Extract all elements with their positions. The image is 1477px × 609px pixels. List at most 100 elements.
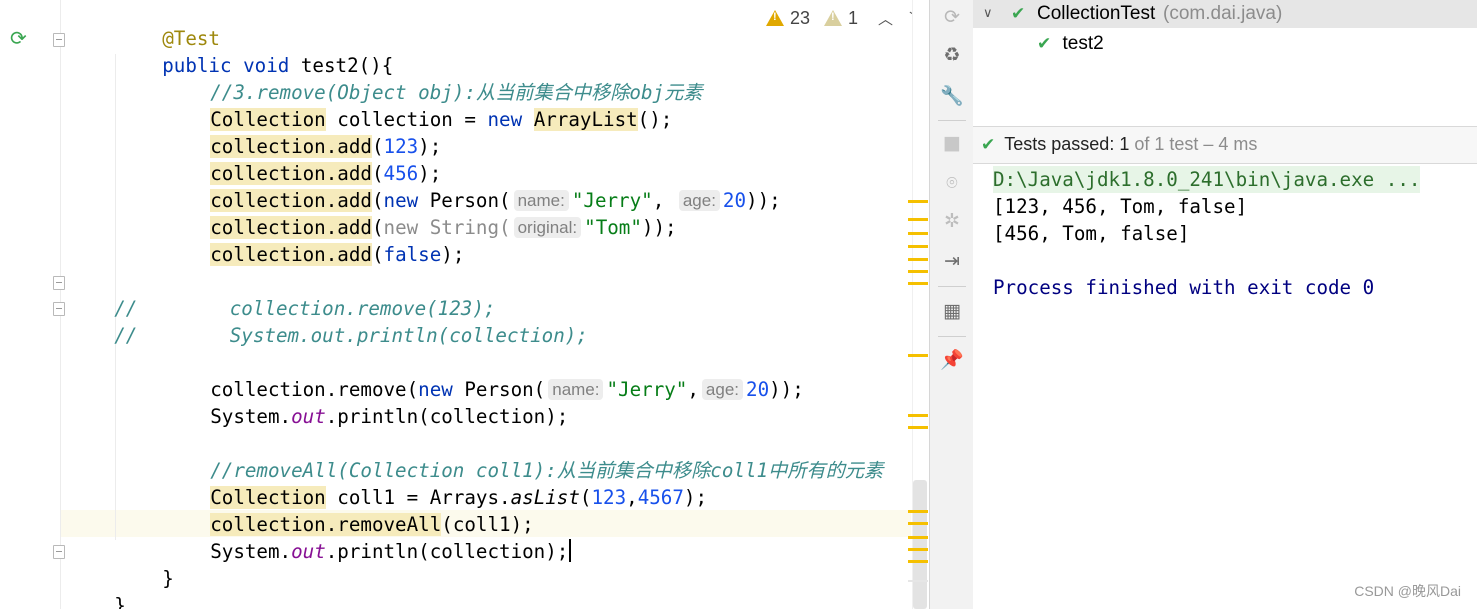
watermark: CSDN @晚风Dai [1354,583,1461,599]
code-line-5[interactable]: collection.add(123); [164,106,441,158]
snapshot-camera-icon[interactable]: ⌾ [939,170,965,196]
code-line-20[interactable]: System.out.println(collection); [164,511,572,563]
code-line-2[interactable]: public void test2(){ [116,25,393,77]
warning-stripe-mark[interactable] [908,232,928,235]
layout-icon[interactable]: ▦ [939,298,965,324]
console-output-line: [123, 456, Tom, false] [993,195,1248,218]
test-status-bar: ✔ Tests passed: 1 of 1 test – 4 ms [973,126,1477,164]
code-line-22[interactable]: } [68,565,126,609]
code-text: ( [371,243,384,266]
code-text: , [626,486,638,509]
warning-stripe-mark[interactable] [908,245,928,248]
console-output[interactable]: D:\Java\jdk1.8.0_241\bin\java.exe ... [1… [973,164,1477,609]
pin-icon[interactable]: 📌 [939,346,965,372]
code-text: ); [683,486,708,509]
weak-warning-count: 1 [848,7,859,28]
fold-marker[interactable] [53,33,65,47]
exit-icon[interactable]: ⇥ [939,248,965,274]
code-line-18[interactable]: Collection coll1 = Arrays.asList(123,456… [164,457,707,509]
warning-icon [766,10,784,26]
static-field: out [291,405,326,428]
code-text: )); [769,378,804,401]
string-literal: "Jerry" [606,378,688,401]
warning-stripe-mark[interactable] [908,282,928,285]
console-exit-message: Process finished with exit code 0 [993,276,1375,299]
code-line-12[interactable]: // System.out.println(collection); [68,295,588,347]
toolbar-separator [938,286,966,287]
code-line-11[interactable]: // collection.remove(123); [68,268,495,320]
status-label: Tests passed: [1004,134,1115,154]
warning-stripe-mark[interactable] [908,258,928,261]
warning-count: 23 [790,7,811,28]
comment-text: System.out.println(collection); [137,324,588,347]
number-literal: 20 [746,378,770,401]
settings-wrench-icon[interactable]: 🔧 [939,82,965,108]
comment-prefix: // [114,324,138,347]
static-field: out [291,540,326,563]
parameter-hint: original: [513,217,582,238]
code-line-1[interactable]: @Test [116,0,220,50]
code-line-19[interactable]: collection.removeAll(coll1); [164,484,534,536]
keyword: false [383,243,442,266]
fold-marker[interactable] [53,302,65,316]
warning-stripe-mark[interactable] [908,414,928,417]
code-line-9[interactable]: collection.add(false); [164,214,464,266]
run-test-gutter-icon[interactable]: ⟳ [10,26,27,50]
code-line-15[interactable]: System.out.println(collection); [164,376,568,428]
code-editor[interactable]: ⟳ @Test public void test2(){ //3.remove(… [0,0,928,609]
warning-stripe-mark[interactable] [908,426,928,429]
warning-stripe-mark[interactable] [908,354,928,357]
code-text: )); [641,216,677,239]
test-method-name: test2 [1062,33,1104,54]
fold-marker[interactable] [53,276,65,290]
chevron-down-icon[interactable]: ∨ [983,0,993,28]
keyword: new [487,108,523,131]
chevron-up-icon[interactable]: ︿ [878,8,893,29]
stop-icon[interactable]: ■ [939,130,965,156]
number-literal: 123 [591,486,627,509]
test-passed-icon: ✔ [981,135,996,155]
code-line-17[interactable]: //removeAll(Collection coll1):从当前集合中移除co… [164,430,883,482]
code-line-3[interactable]: //3.remove(Object obj):从当前集合中移除obj元素 [164,52,702,104]
number-literal: 20 [722,189,747,212]
status-detail: of 1 test – 4 ms [1134,134,1258,154]
warning-stripe-mark[interactable] [908,218,928,221]
fold-marker[interactable] [53,545,65,559]
warning-stripe-mark[interactable] [908,270,928,273]
tree-row-collectiontest[interactable]: ∨ ✔ CollectionTest (com.dai.java) [973,0,1477,28]
debug-icon[interactable]: ✲ [939,208,965,234]
toolbar-separator [938,336,966,337]
tree-row-test2[interactable]: ✔ test2 [1037,30,1104,58]
warning-stripe-mark[interactable] [908,560,928,563]
warning-stripe-mark[interactable] [908,510,928,513]
warning-stripe-mark[interactable] [908,548,928,551]
code-line-21[interactable]: } [116,538,174,590]
run-toolbar: ⟳ ♻ 🔧 ■ ⌾ ✲ ⇥ ▦ 📌 [929,0,974,609]
passed-count: 1 [1119,134,1130,154]
closing-brace: } [162,567,174,590]
console-output-line: [456, Tom, false] [993,222,1190,245]
code-line-6[interactable]: collection.add(456); [164,133,441,185]
code-line-7[interactable]: collection.add(new Person(name: "Jerry", … [164,160,781,212]
code-line-4[interactable]: Collection collection = new ArrayList(); [164,79,672,131]
code-text: )); [746,189,781,212]
toggle-auto-test-icon[interactable]: ♻ [939,42,965,68]
warning-stripe-mark[interactable] [908,522,928,525]
warning-stripe-mark[interactable] [908,200,928,203]
scrollbar-thumb[interactable] [913,480,927,609]
code-text: .println(collection); [325,540,569,563]
parameter-hint: age: [678,190,720,211]
test-package-name: (com.dai.java) [1163,3,1283,24]
test-passed-icon: ✔ [1037,34,1052,54]
warning-stripe-mark[interactable] [908,536,928,539]
inspection-widget[interactable]: 23 1 ︿ ﹀ [766,6,924,30]
code-text: .println(collection); [325,405,569,428]
rerun-failed-icon[interactable]: ⟳ [939,4,965,30]
closing-brace: } [114,594,126,609]
number-literal: 4567 [637,486,684,509]
code-line-14[interactable]: collection.remove(new Person(name: "Jerry… [164,349,804,401]
code-line-8[interactable]: collection.add(new String(original: "Tom"… [164,187,677,239]
console-command-line[interactable]: D:\Java\jdk1.8.0_241\bin\java.exe ... [993,166,1421,193]
info-stripe-mark[interactable] [908,580,928,582]
code-text: System. [210,540,292,563]
